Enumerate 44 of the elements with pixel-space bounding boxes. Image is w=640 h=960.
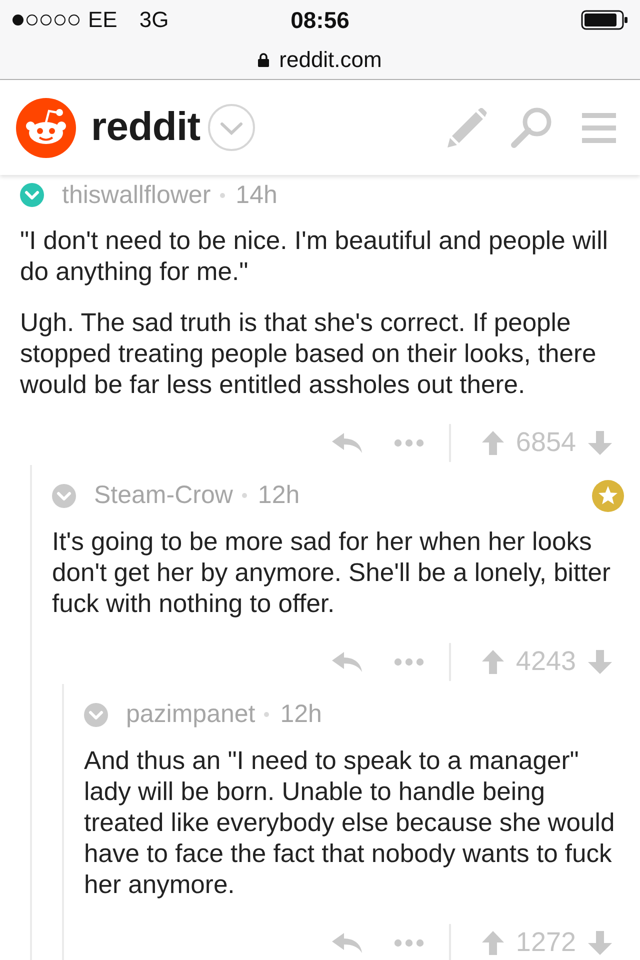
username[interactable]: pazimpanet [126, 700, 256, 729]
network-type: 3G [139, 7, 169, 33]
alien-mascot-logo-icon[interactable] [16, 98, 76, 158]
collapse-toggle-icon[interactable] [84, 702, 108, 726]
reply-icon[interactable] [332, 932, 362, 952]
collapse-toggle-icon[interactable] [52, 484, 76, 508]
menu-icon[interactable] [582, 112, 616, 142]
carrier-name: EE [88, 7, 118, 33]
clock-time: 08:56 [290, 6, 350, 34]
vote-score: 1272 [516, 929, 576, 956]
comment-age: 12h [258, 481, 300, 510]
separator-dot-icon [220, 192, 225, 198]
dropdown-chevron-icon[interactable] [208, 104, 256, 151]
reply-icon[interactable] [332, 652, 362, 672]
username[interactable]: thiswallflower [62, 180, 211, 210]
comment-text: It's going to be more sad for her when her looks don't get her by anymore. She'll be a lonely, bitter fuck with nothing to offer. [52, 526, 612, 620]
signal-strength-icon [12, 14, 80, 26]
upvote-arrow-icon[interactable] [482, 650, 504, 674]
search-icon[interactable] [510, 106, 552, 148]
comment-age: 14h [236, 180, 278, 210]
comment-text: And thus an "I need to speak to a manager" lady will be born. Unable to handle being treated like everybody else because she would have to face the fact that nobody wants to fuck her anymore. [84, 746, 616, 900]
separator-dot-icon [242, 493, 247, 498]
battery-icon [581, 10, 628, 30]
downvote-arrow-icon[interactable] [588, 650, 612, 674]
separator-dot-icon [264, 712, 270, 717]
lock-icon [258, 52, 270, 66]
pencil-icon[interactable] [447, 108, 487, 148]
more-options-icon[interactable] [394, 658, 424, 666]
reply-icon[interactable] [332, 432, 362, 452]
comment-text: Ugh. The sad truth is that she's correct. If people stopped treating people based on their looks, there would be far less entitled assholes out there. [20, 308, 598, 400]
collapse-toggle-icon[interactable] [20, 183, 44, 207]
vote-score: 4243 [516, 648, 576, 675]
address-url[interactable]: reddit.com [279, 46, 382, 72]
comment-text: "I don't need to be nice. I'm beautiful and people will do anything for me." [20, 226, 609, 288]
comment-age: 12h [280, 700, 322, 729]
upvote-arrow-icon[interactable] [482, 430, 504, 454]
downvote-arrow-icon[interactable] [588, 930, 612, 954]
upvote-arrow-icon[interactable] [482, 930, 504, 954]
logo-wordmark[interactable]: reddit [91, 105, 200, 150]
more-options-icon[interactable] [394, 438, 424, 446]
downvote-arrow-icon[interactable] [588, 430, 612, 454]
more-options-icon[interactable] [394, 938, 424, 946]
vote-score: 6854 [516, 429, 576, 456]
username[interactable]: Steam-Crow [94, 481, 233, 510]
